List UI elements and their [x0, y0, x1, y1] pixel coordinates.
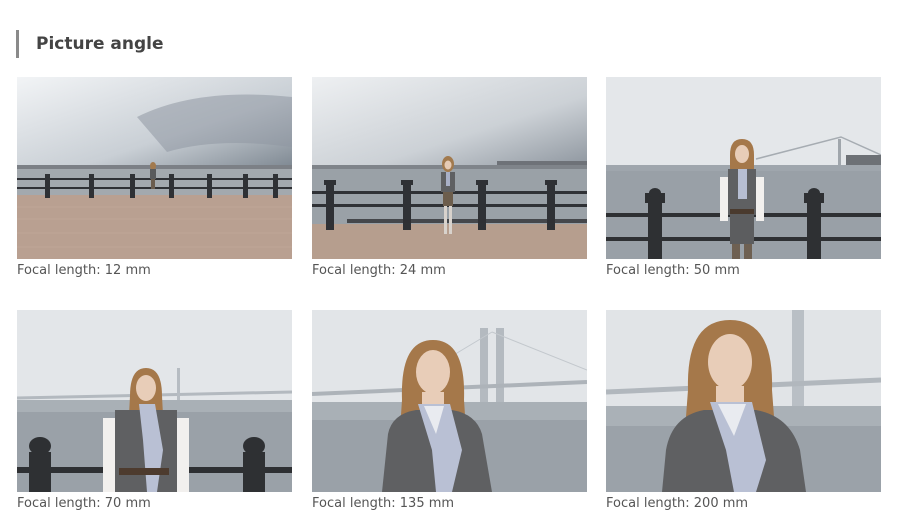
- photo-focal-135mm: [312, 310, 587, 492]
- caption-focal-200mm: Focal length: 200 mm: [606, 496, 749, 511]
- caption-focal-135mm: Focal length: 135 mm: [312, 496, 455, 511]
- photo-focal-24mm: [312, 77, 587, 259]
- photo-50mm-image: [606, 77, 881, 259]
- caption-focal-24mm: Focal length: 24 mm: [312, 263, 446, 278]
- photo-focal-200mm: [606, 310, 881, 492]
- caption-focal-12mm: Focal length: 12 mm: [17, 263, 151, 278]
- section-title: Picture angle: [16, 30, 164, 58]
- photo-focal-70mm: [17, 310, 292, 492]
- photo-24mm-image: [312, 77, 587, 259]
- photo-135mm-image: [312, 310, 587, 492]
- photo-200mm-image: [606, 310, 881, 492]
- photo-focal-12mm: [17, 77, 292, 259]
- caption-focal-50mm: Focal length: 50 mm: [606, 263, 740, 278]
- photo-70mm-image: [17, 310, 292, 492]
- caption-focal-70mm: Focal length: 70 mm: [17, 496, 151, 511]
- photo-focal-50mm: [606, 77, 881, 259]
- photo-12mm-image: [17, 77, 292, 259]
